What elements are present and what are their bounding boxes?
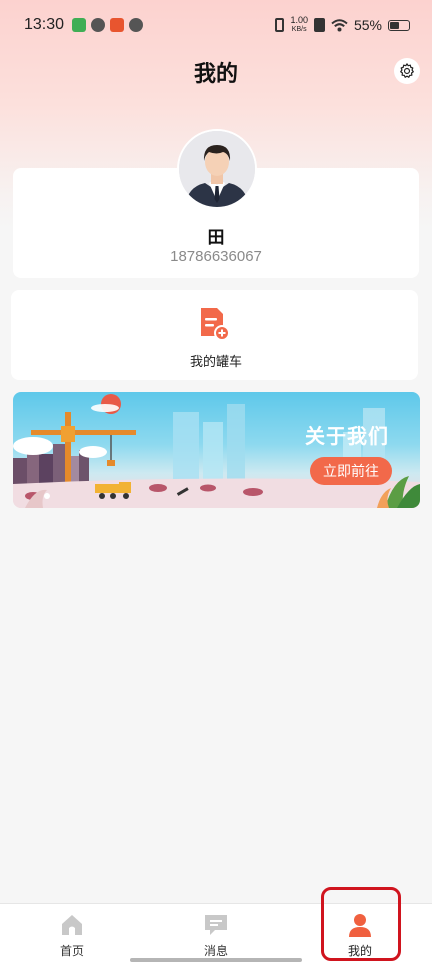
settings-button[interactable] (394, 58, 420, 84)
home-icon (62, 915, 82, 935)
tab-home[interactable]: 首页 (0, 904, 144, 964)
battery-level (390, 21, 400, 29)
page-title: 我的 (193, 62, 238, 87)
cloud-icon (129, 18, 144, 32)
avatar-illustration (179, 131, 255, 207)
app-notification-icon (72, 18, 87, 32)
gear-icon (400, 63, 414, 78)
app-notification-icon (91, 18, 106, 32)
message-icon (205, 915, 227, 935)
home-indicator[interactable] (130, 958, 302, 962)
tab-messages[interactable]: 消息 (144, 904, 288, 964)
status-time: 13:30 (24, 16, 65, 33)
speed-unit: KB/s (291, 26, 307, 33)
banner-title: 关于我们 (305, 424, 389, 448)
battery-icon (388, 19, 410, 31)
user-name: 田 (207, 228, 225, 248)
status-bar: 13:30 1.00 KB/s 55% (0, 0, 432, 50)
battery-percent: 55% (353, 17, 382, 33)
vibrate-icon (275, 18, 285, 32)
my-tank-label: 我的罐车 (189, 355, 242, 370)
app-notification-icon (110, 18, 125, 32)
speed-value: 1.00 (290, 15, 308, 25)
tab-messages-label: 消息 (203, 944, 228, 958)
tab-home-label: 首页 (59, 944, 84, 958)
document-add-icon (201, 308, 230, 341)
user-phone: 18786636067 (170, 248, 262, 265)
go-now-button[interactable]: 立即前往 (310, 457, 392, 485)
city-illustration (13, 394, 420, 508)
sim-off-icon (313, 18, 325, 32)
avatar[interactable] (177, 129, 257, 209)
network-speed: 1.00 KB/s (290, 16, 308, 34)
wifi-icon (331, 18, 348, 31)
about-us-banner[interactable]: 关于我们 立即前往 (13, 392, 420, 508)
highlight-box (321, 887, 401, 961)
